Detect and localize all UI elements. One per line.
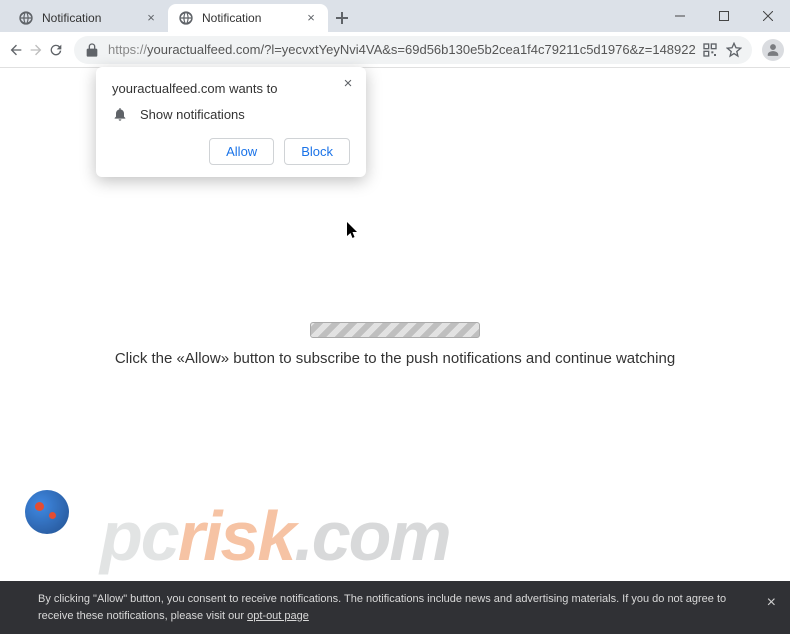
forward-button[interactable] xyxy=(28,36,44,64)
close-icon[interactable]: × xyxy=(304,11,318,25)
block-button[interactable]: Block xyxy=(284,138,350,165)
tab-title: Notification xyxy=(202,11,298,25)
browser-tab[interactable]: Notification × xyxy=(168,4,328,32)
permission-row: Show notifications xyxy=(112,106,350,122)
tab-title: Notification xyxy=(42,11,138,25)
progress-bar xyxy=(310,322,480,338)
watermark-text: pcrisk.com xyxy=(100,496,450,576)
notification-permission-dialog: × youractualfeed.com wants to Show notif… xyxy=(96,67,366,177)
browser-toolbar: https://youractualfeed.com/?l=yecvxtYeyN… xyxy=(0,32,790,68)
star-icon[interactable] xyxy=(726,42,742,58)
url-text: youractualfeed.com/?l=yecvxtYeyNvi4VA&s=… xyxy=(147,42,696,57)
permission-label: Show notifications xyxy=(140,107,245,122)
globe-icon xyxy=(18,10,34,26)
new-tab-button[interactable] xyxy=(328,4,356,32)
close-icon[interactable]: × xyxy=(144,11,158,25)
back-button[interactable] xyxy=(8,36,24,64)
browser-tab[interactable]: Notification × xyxy=(8,4,168,32)
consent-text: By clicking "Allow" button, you consent … xyxy=(38,593,726,622)
maximize-button[interactable] xyxy=(702,0,746,32)
allow-button[interactable]: Allow xyxy=(209,138,274,165)
window-titlebar: Notification × Notification × xyxy=(0,0,790,32)
url-scheme: https:// xyxy=(108,42,147,57)
globe-icon xyxy=(178,10,194,26)
cursor-icon xyxy=(347,222,361,245)
profile-button[interactable] xyxy=(762,36,784,64)
bell-icon xyxy=(112,106,128,122)
instruction-text: Click the «Allow» button to subscribe to… xyxy=(0,350,790,367)
opt-out-link[interactable]: opt-out page xyxy=(247,610,309,622)
tab-strip: Notification × Notification × xyxy=(0,0,658,32)
avatar-icon xyxy=(762,39,784,61)
reload-button[interactable] xyxy=(48,36,64,64)
close-icon[interactable]: × xyxy=(767,591,776,615)
close-icon[interactable]: × xyxy=(340,75,356,91)
window-controls xyxy=(658,0,790,32)
consent-bar: By clicking "Allow" button, you consent … xyxy=(0,581,790,634)
logo-icon xyxy=(25,490,69,534)
permission-origin: youractualfeed.com wants to xyxy=(112,81,350,96)
close-window-button[interactable] xyxy=(746,0,790,32)
address-bar[interactable]: https://youractualfeed.com/?l=yecvxtYeyN… xyxy=(74,36,752,64)
lock-icon xyxy=(84,42,100,58)
qr-icon[interactable] xyxy=(702,42,718,58)
minimize-button[interactable] xyxy=(658,0,702,32)
